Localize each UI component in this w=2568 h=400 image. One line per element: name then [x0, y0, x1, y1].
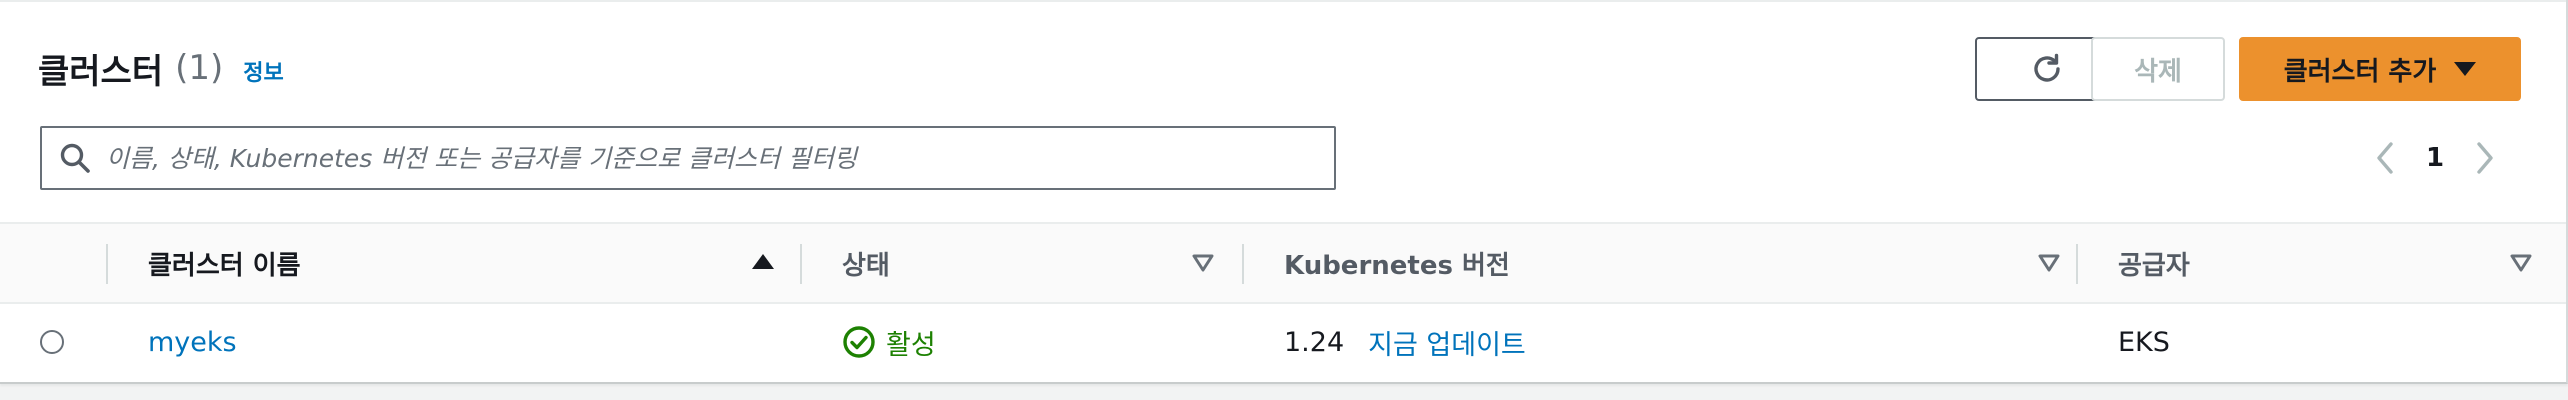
cluster-name-link[interactable]: myeks	[148, 327, 237, 358]
column-header-cluster-name[interactable]: 클러스터 이름	[148, 224, 774, 302]
column-divider	[800, 244, 802, 284]
column-label: 클러스터 이름	[148, 250, 301, 281]
chevron-left-icon[interactable]	[2370, 136, 2400, 180]
pagination: 1	[2370, 136, 2500, 180]
add-cluster-label: 클러스터 추가	[2283, 56, 2437, 87]
table-row: myeks 활성 1.24 지금 업데이트 EKS	[0, 302, 2566, 382]
status-badge: 활성	[842, 323, 936, 362]
add-cluster-button[interactable]: 클러스터 추가	[2239, 37, 2521, 101]
column-divider	[1242, 244, 1244, 284]
column-divider	[2076, 244, 2078, 284]
panel-top-border	[0, 0, 2566, 2]
version-text: 1.24	[1284, 326, 1345, 358]
delete-button-label: 삭제	[2134, 56, 2182, 87]
column-header-provider[interactable]: 공급자	[2118, 224, 2532, 302]
info-link[interactable]: 정보	[243, 55, 283, 87]
delete-button[interactable]: 삭제	[2091, 37, 2225, 101]
status-cell: 활성	[842, 302, 936, 382]
update-now-link[interactable]: 지금 업데이트	[1368, 323, 1526, 362]
refresh-icon	[2034, 53, 2060, 82]
page-title: 클러스터	[38, 51, 164, 92]
current-page[interactable]: 1	[2426, 143, 2444, 173]
search-input[interactable]	[106, 130, 1306, 186]
provider-text: EKS	[2118, 326, 2170, 358]
column-label: 공급자	[2118, 250, 2190, 281]
provider-cell: EKS	[2118, 302, 2170, 382]
cluster-filter	[40, 126, 1336, 190]
table-header: 클러스터 이름 상태 Kubernetes 버전 공급자	[0, 222, 2566, 304]
column-header-status[interactable]: 상태	[842, 224, 1214, 302]
sort-ascending-icon	[752, 254, 774, 269]
check-circle-icon	[843, 326, 875, 358]
sort-indicator-icon	[1192, 254, 1214, 272]
column-label: 상태	[842, 250, 890, 281]
sort-indicator-icon	[2038, 254, 2060, 272]
column-label: Kubernetes 버전	[1284, 250, 1510, 281]
row-select-cell	[40, 302, 64, 382]
search-icon	[60, 143, 90, 173]
chevron-right-icon[interactable]	[2470, 136, 2500, 180]
status-text: 활성	[886, 329, 936, 361]
version-cell: 1.24 지금 업데이트	[1284, 302, 1526, 382]
panel-header: 클러스터 (1) 정보	[38, 44, 284, 92]
cluster-count: (1)	[175, 48, 224, 88]
clusters-panel: 클러스터 (1) 정보 삭제 클러스터 추가 1 클	[0, 0, 2568, 384]
row-radio[interactable]	[40, 330, 64, 354]
column-divider	[106, 244, 108, 284]
caret-down-icon	[2454, 62, 2477, 76]
cluster-name-cell: myeks	[148, 302, 237, 382]
column-header-k8s-version[interactable]: Kubernetes 버전	[1284, 224, 2060, 302]
sort-indicator-icon	[2510, 254, 2532, 272]
